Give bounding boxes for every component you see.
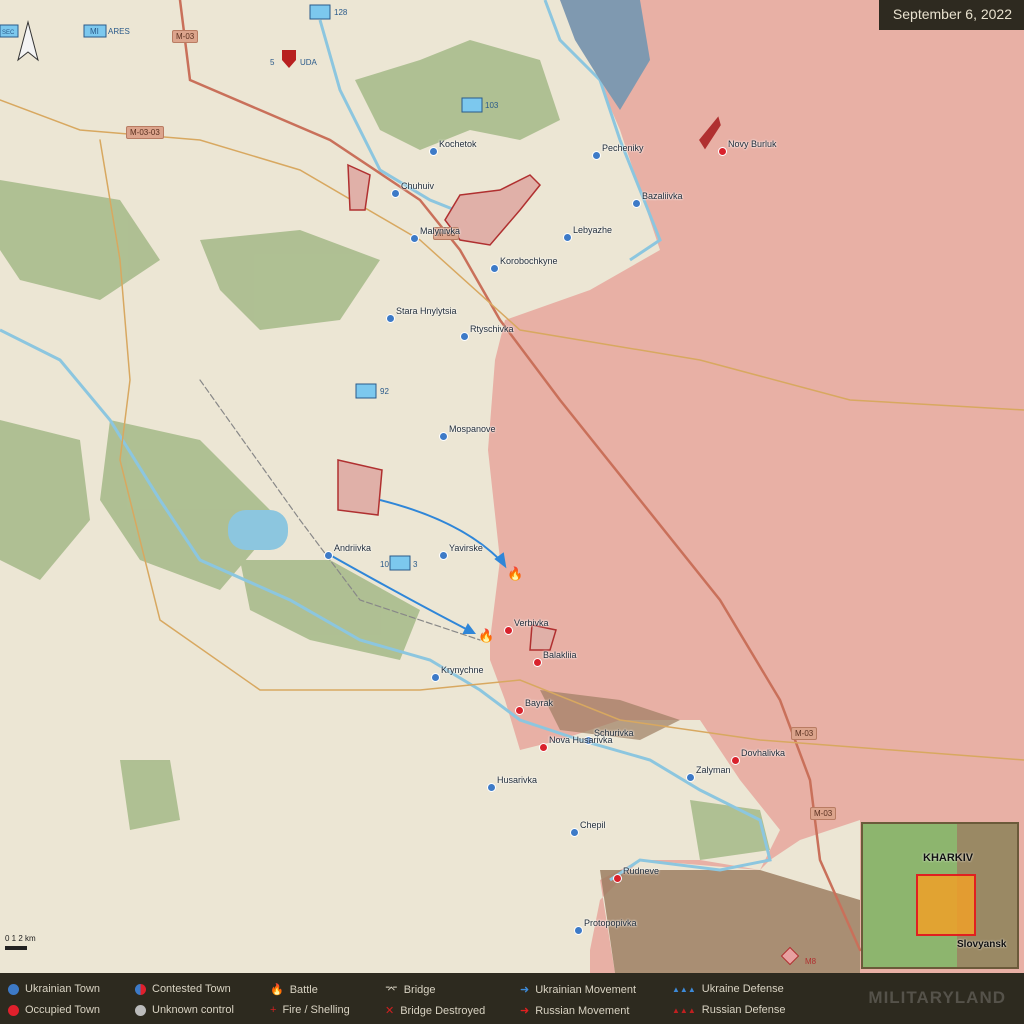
bridge-destroyed-icon: ✕: [385, 1005, 395, 1017]
town-label: Malynivka: [420, 226, 461, 236]
town-marker[interactable]: [613, 874, 622, 883]
town-label: Novy Burluk: [728, 139, 777, 149]
town-label: Krynychne: [441, 665, 484, 675]
svg-text:M8: M8: [805, 957, 817, 966]
town-marker[interactable]: [539, 743, 548, 752]
svg-text:UDA: UDA: [300, 58, 318, 67]
town-marker[interactable]: [439, 551, 448, 560]
town-label: Chuhuiv: [401, 181, 435, 191]
town-label: Pecheniky: [602, 143, 644, 153]
legend: Ukrainian Town Occupied Town Contested T…: [0, 973, 1024, 1024]
town-marker[interactable]: [324, 551, 333, 560]
town-label: Lebyazhe: [573, 225, 613, 235]
town-label: Stara Hnylytsia: [396, 306, 457, 316]
svg-text:🔥: 🔥: [478, 628, 494, 643]
town-marker[interactable]: [391, 189, 400, 198]
town-marker[interactable]: [410, 234, 419, 243]
town-label: Protopopivka: [584, 918, 637, 928]
legend-bridge-destroyed: ✕ Bridge Destroyed: [385, 1004, 486, 1018]
town-label: Balakliia: [543, 650, 577, 660]
svg-text:3: 3: [413, 560, 418, 569]
legend-fire-shelling: + Fire / Shelling: [270, 1004, 350, 1016]
svg-text:MI: MI: [90, 27, 99, 36]
legend-russian-movement: ➜ Russian Movement: [520, 1004, 630, 1018]
red-arrow-icon: ➜: [520, 1005, 530, 1017]
town-marker[interactable]: [439, 432, 448, 441]
town-marker[interactable]: [533, 658, 542, 667]
town-label: Yavirske: [449, 543, 483, 553]
town-marker[interactable]: [563, 233, 572, 242]
legend-ukrainian-town: Ukrainian Town: [8, 983, 100, 995]
town-label: Kochetok: [439, 139, 477, 149]
inset-city-slovyansk: Slovyansk: [957, 939, 1007, 950]
road-label: M-03: [791, 727, 818, 740]
brand-logo: MILITARYLAND: [868, 988, 1006, 1007]
inset-focus-area: [916, 874, 976, 936]
town-label: Zalyman: [696, 765, 731, 775]
town-marker[interactable]: [632, 199, 641, 208]
town-label: Bayrak: [525, 698, 554, 708]
red-teeth-icon: ▲▲▲: [672, 1005, 696, 1015]
blue-arrow-icon: ➜: [520, 984, 530, 996]
town-label: Dovhalivka: [741, 748, 786, 758]
town-marker[interactable]: [731, 756, 740, 765]
cross-icon: +: [270, 1004, 277, 1016]
road-label: M-03: [810, 807, 837, 820]
town-label: Mospanove: [449, 424, 496, 434]
svg-text:92: 92: [380, 387, 389, 396]
legend-contested-town: Contested Town: [135, 983, 231, 995]
grey-dot-icon: [135, 1004, 146, 1016]
road-label: M-03-03: [126, 126, 164, 139]
legend-ukraine-defense: ▲▲▲ Ukraine Defense: [672, 983, 784, 995]
legend-russian-defense: ▲▲▲ Russian Defense: [672, 1004, 786, 1016]
town-marker[interactable]: [504, 626, 513, 635]
svg-text:103: 103: [485, 101, 499, 110]
town-marker[interactable]: [487, 783, 496, 792]
town-marker[interactable]: [574, 926, 583, 935]
fire-icon: 🔥: [270, 984, 284, 996]
half-dot-icon: [135, 983, 146, 995]
legend-unknown-control: Unknown control: [135, 1004, 234, 1016]
inset-city-kharkiv: KHARKIV: [923, 852, 974, 864]
blue-teeth-icon: ▲▲▲: [672, 984, 696, 994]
town-label: Rtyschivka: [470, 324, 514, 334]
scale-bar: 0 1 2 km: [5, 934, 36, 950]
water-reservoir: [228, 510, 288, 550]
scale-label: 0 1 2 km: [5, 934, 36, 943]
svg-text:ARES: ARES: [108, 27, 130, 36]
svg-text:SEC: SEC: [2, 30, 15, 36]
date-label: September 6, 2022: [878, 0, 1024, 30]
svg-text:128: 128: [334, 8, 348, 17]
town-marker[interactable]: [592, 151, 601, 160]
svg-text:10: 10: [380, 560, 389, 569]
blue-dot-icon: [8, 983, 19, 995]
svg-text:5: 5: [270, 58, 275, 67]
bridge-icon: ⌤: [385, 984, 398, 996]
town-marker[interactable]: [386, 314, 395, 323]
town-label: Chepil: [580, 820, 606, 830]
town-marker[interactable]: [429, 147, 438, 156]
overview-inset-map[interactable]: KHARKIV Slovyansk: [861, 822, 1019, 969]
legend-ukrainian-movement: ➜ Ukrainian Movement: [520, 983, 637, 997]
legend-occupied-town: Occupied Town: [8, 1004, 100, 1016]
legend-battle: 🔥 Battle: [270, 983, 318, 997]
town-label: Andriivka: [334, 543, 372, 553]
town-label: Husarivka: [497, 775, 538, 785]
town-marker[interactable]: [718, 147, 727, 156]
town-marker[interactable]: [490, 264, 499, 273]
town-label: Rudneve: [623, 866, 660, 876]
town-label: Nova Husarivka: [549, 735, 613, 745]
svg-text:🔥: 🔥: [507, 566, 523, 581]
town-marker[interactable]: [460, 332, 469, 341]
town-marker[interactable]: [686, 773, 695, 782]
town-marker[interactable]: [431, 673, 440, 682]
town-label: Korobochkyne: [500, 256, 558, 266]
legend-bridge: ⌤ Bridge: [385, 983, 436, 997]
road-label: M-03: [172, 30, 199, 43]
town-label: Verbivka: [514, 618, 549, 628]
town-marker[interactable]: [570, 828, 579, 837]
town-label: Bazaliivka: [642, 191, 683, 201]
town-marker[interactable]: [515, 706, 524, 715]
red-dot-icon: [8, 1004, 19, 1016]
